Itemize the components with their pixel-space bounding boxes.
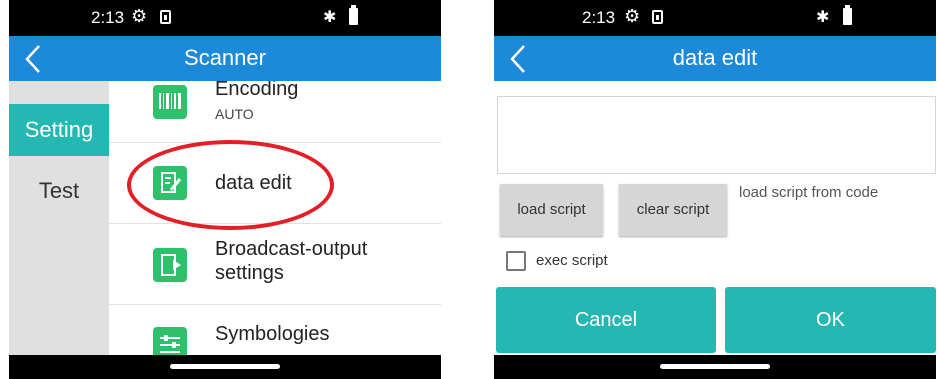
tab-test[interactable]: Test (9, 165, 109, 217)
item-label: Encoding (215, 81, 299, 100)
scanner-screen: 2:13 ⚙ ✱ Scanner Setting Test Encoding A… (9, 0, 441, 379)
data-edit-screen: 2:13 ⚙ ✱ data edit load script clear scr… (494, 0, 936, 379)
exec-script-label: exec script (536, 252, 608, 269)
item-sublabel: AUTO (215, 106, 254, 122)
gesture-bar (494, 355, 936, 379)
ok-button[interactable]: OK (725, 287, 936, 353)
app-title: Scanner (184, 45, 266, 70)
gesture-bar (9, 355, 441, 379)
item-label: Symbologies (215, 323, 330, 345)
app-title: data edit (672, 45, 758, 70)
status-bar: 2:13 ⚙ ✱ (494, 0, 936, 36)
app-bar: Scanner (9, 36, 441, 81)
sim-icon (652, 10, 663, 24)
clear-script-button[interactable]: clear script (619, 184, 727, 236)
load-script-hint: load script from code (739, 184, 879, 201)
sim-icon (160, 10, 171, 24)
status-time: 2:13 (91, 8, 125, 27)
list-item-encoding[interactable]: Encoding AUTO (109, 81, 441, 143)
app-bar: data edit (494, 36, 936, 81)
status-bar: 2:13 ⚙ ✱ (9, 0, 441, 36)
item-label: Broadcast-output settings (215, 238, 368, 284)
bluetooth-icon: ✱ (323, 9, 337, 26)
battery-icon (349, 5, 358, 25)
gear-icon: ⚙ (624, 6, 641, 26)
load-script-button[interactable]: load script (500, 184, 603, 236)
script-textarea[interactable] (497, 96, 936, 174)
tab-setting[interactable]: Setting (9, 104, 109, 156)
barcode-icon (153, 85, 187, 119)
home-handle[interactable] (660, 364, 770, 369)
gear-icon: ⚙ (131, 6, 148, 26)
list-item-broadcast-output[interactable]: Broadcast-output settings (109, 223, 441, 305)
sliders-icon (153, 327, 187, 355)
battery-icon (843, 5, 852, 25)
bluetooth-icon: ✱ (816, 9, 830, 26)
exit-door-icon (153, 248, 187, 282)
status-time: 2:13 (582, 8, 616, 27)
list-item-symbologies[interactable]: Symbologies (109, 304, 441, 355)
sidebar: Setting Test (9, 81, 109, 355)
home-handle[interactable] (170, 364, 280, 369)
highlight-circle (127, 140, 334, 230)
cancel-button[interactable]: Cancel (496, 287, 716, 353)
exec-script-checkbox[interactable] (506, 251, 526, 271)
